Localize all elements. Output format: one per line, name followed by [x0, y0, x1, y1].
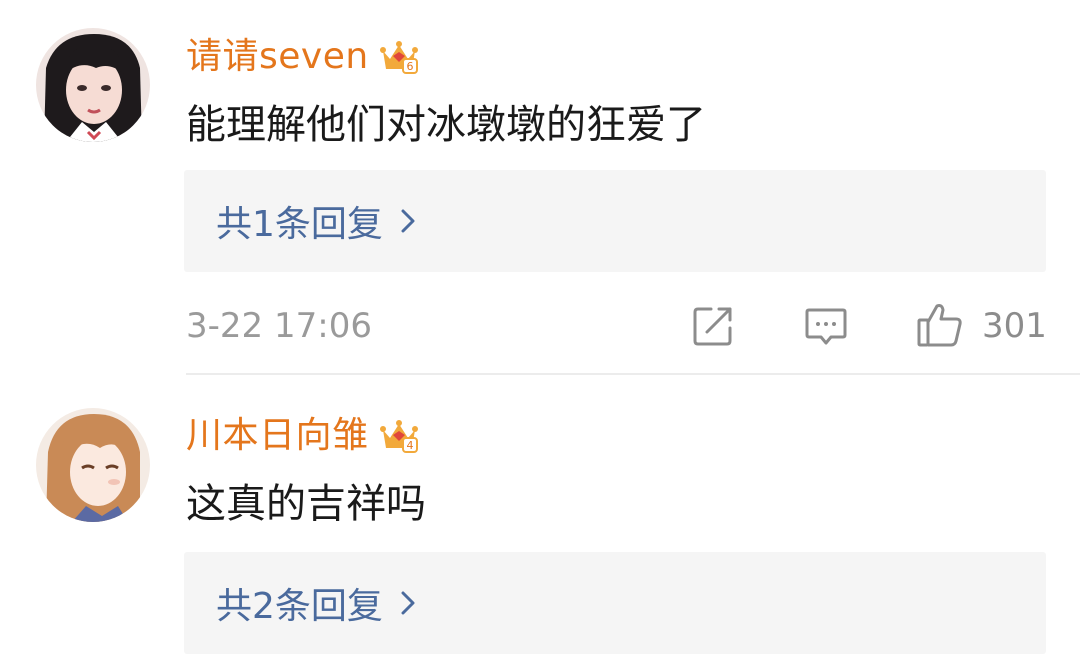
vip-crown-icon[interactable]: 6 [379, 37, 419, 77]
avatar-portrait-icon [36, 28, 150, 142]
reply-count-label: 共2条回复 [216, 586, 383, 627]
like-count: 301 [982, 306, 1047, 346]
comment-text: 能理解他们对冰墩墩的狂爱了 [186, 102, 706, 148]
vip-level-label: 4 [406, 439, 413, 452]
view-replies-link[interactable]: 共2条回复 [216, 552, 415, 654]
comment-divider [186, 373, 1080, 375]
comment-item: 川本日向雏 4 这真的吉祥吗 共2条回复 [0, 376, 1080, 668]
repost-icon[interactable] [691, 304, 735, 348]
reply-box: 共1条回复 [184, 170, 1046, 272]
reply-count-label: 共1条回复 [216, 204, 383, 245]
reply-box: 共2条回复 [184, 552, 1046, 654]
username-row: 川本日向雏 4 [186, 411, 419, 461]
comment-item: 请请seven 6 能理解他们对冰墩墩的狂爱了 共1条回复 3-22 17:06 [0, 0, 1080, 372]
username[interactable]: 川本日向雏 [186, 411, 369, 461]
comment-icon[interactable] [804, 304, 848, 348]
chevron-right-icon [401, 209, 415, 233]
vip-level-label: 6 [406, 60, 413, 73]
vip-crown-icon[interactable]: 4 [379, 416, 419, 456]
view-replies-link[interactable]: 共1条回复 [216, 170, 415, 272]
chevron-right-icon [401, 591, 415, 615]
username[interactable]: 请请seven [186, 32, 369, 82]
user-avatar[interactable] [36, 28, 150, 142]
comment-meta-row: 3-22 17:06 301 [0, 296, 1080, 356]
user-avatar[interactable] [36, 408, 150, 522]
avatar-portrait-icon [36, 408, 150, 522]
comment-timestamp: 3-22 17:06 [186, 306, 372, 346]
comment-text: 这真的吉祥吗 [186, 481, 426, 527]
like-thumb-icon[interactable] [916, 302, 964, 348]
username-row: 请请seven 6 [186, 32, 419, 82]
